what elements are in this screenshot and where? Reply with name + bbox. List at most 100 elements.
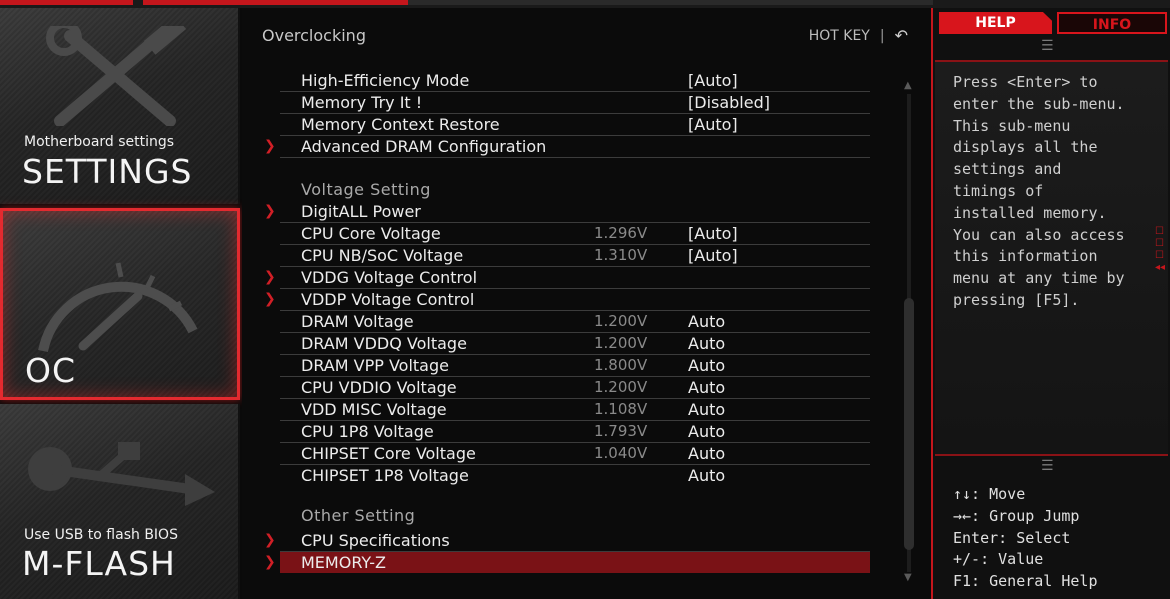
- scrollbar[interactable]: ▲ ▼: [902, 72, 916, 592]
- nav-settings[interactable]: Motherboard settings SETTINGS: [0, 8, 240, 204]
- tab-help[interactable]: HELP: [939, 12, 1052, 34]
- key-hint-group-jump: →←: Group Jump: [953, 506, 1080, 525]
- hotkey-bar[interactable]: HOT KEY | ↶: [809, 26, 908, 45]
- top-strip-accent: [0, 0, 133, 5]
- setting-cpu-core-voltage[interactable]: CPU Core Voltage 1.296V [Auto]: [280, 223, 870, 245]
- setting-label: DRAM VPP Voltage: [301, 356, 449, 375]
- help-panel: HELP INFO ☰ Press <Enter> to enter the s…: [931, 8, 1170, 599]
- key-hint-value: +/-: Value: [953, 550, 1044, 569]
- setting-option[interactable]: Auto: [688, 443, 725, 464]
- setting-option[interactable]: [Auto]: [688, 245, 738, 266]
- setting-label: Advanced DRAM Configuration: [301, 137, 547, 156]
- setting-label: CHIPSET 1P8 Voltage: [301, 466, 469, 485]
- setting-option[interactable]: Auto: [688, 377, 725, 398]
- setting-option[interactable]: Auto: [688, 355, 725, 376]
- drag-handle-icon[interactable]: ☰: [1041, 38, 1054, 54]
- setting-label: MEMORY-Z: [301, 553, 387, 572]
- setting-current-value: 1.040V: [594, 444, 648, 462]
- nav-mflash-subtitle: Use USB to flash BIOS: [24, 527, 178, 543]
- back-icon[interactable]: ↶: [895, 26, 908, 45]
- top-strip-dark: [408, 0, 933, 5]
- setting-current-value: 1.296V: [594, 224, 648, 242]
- setting-current-value: 1.108V: [594, 400, 648, 418]
- nav-oc[interactable]: OC: [0, 208, 240, 400]
- side-marker-icon: ☐ ☐ ☐ ◂◂: [1155, 226, 1166, 273]
- setting-option[interactable]: [Auto]: [688, 70, 738, 91]
- setting-label: CPU 1P8 Voltage: [301, 422, 434, 441]
- scroll-down-icon[interactable]: ▼: [904, 572, 912, 583]
- submenu-memory-z[interactable]: ❯ MEMORY-Z: [264, 552, 870, 573]
- key-legend: ↑↓: Move →←: Group Jump Enter: Select +/…: [953, 484, 1098, 593]
- setting-option[interactable]: [Auto]: [688, 114, 738, 135]
- scrollbar-thumb[interactable]: [904, 298, 914, 550]
- key-hint-select: Enter: Select: [953, 528, 1071, 547]
- setting-option[interactable]: [Disabled]: [688, 92, 770, 113]
- setting-option[interactable]: Auto: [688, 311, 725, 332]
- setting-current-value: 1.793V: [594, 422, 648, 440]
- help-text: Press <Enter> to enter the sub-menu. Thi…: [953, 73, 1125, 309]
- key-hint-general-help: F1: General Help: [953, 572, 1098, 591]
- submenu-digitall-power[interactable]: ❯ DigitALL Power: [264, 201, 870, 223]
- nav-mflash[interactable]: Use USB to flash BIOS M-FLASH: [0, 404, 240, 599]
- setting-cpu-nb-soc-voltage[interactable]: CPU NB/SoC Voltage 1.310V [Auto]: [280, 245, 870, 267]
- setting-high-efficiency-mode[interactable]: High-Efficiency Mode [Auto]: [280, 70, 870, 92]
- section-voltage-setting: Voltage Setting: [301, 180, 431, 199]
- setting-label: CHIPSET Core Voltage: [301, 444, 476, 463]
- setting-memory-try-it[interactable]: Memory Try It ! [Disabled]: [280, 92, 870, 114]
- hotkey-label[interactable]: HOT KEY: [809, 28, 870, 44]
- submenu-cpu-specifications[interactable]: ❯ CPU Specifications: [264, 530, 870, 552]
- top-strip-accent: [143, 0, 408, 5]
- setting-label: Memory Try It !: [301, 93, 423, 112]
- help-tabs: HELP INFO: [939, 12, 1167, 36]
- setting-label: CPU VDDIO Voltage: [301, 378, 457, 397]
- gauge-icon: [38, 262, 198, 353]
- setting-option[interactable]: Auto: [688, 421, 725, 442]
- setting-label: VDDG Voltage Control: [301, 268, 478, 287]
- submenu-arrow-icon: ❯: [264, 554, 276, 570]
- submenu-arrow-icon: ❯: [264, 291, 276, 307]
- setting-current-value: 1.200V: [594, 334, 648, 352]
- submenu-vddp-voltage-control[interactable]: ❯ VDDP Voltage Control: [264, 289, 870, 311]
- top-strip: [0, 0, 1170, 8]
- setting-chipset-core-voltage[interactable]: CHIPSET Core Voltage 1.040V Auto: [280, 443, 870, 465]
- setting-cpu-1p8-voltage[interactable]: CPU 1P8 Voltage 1.793V Auto: [280, 421, 870, 443]
- setting-label: VDD MISC Voltage: [301, 400, 447, 419]
- help-content: Press <Enter> to enter the sub-menu. Thi…: [935, 60, 1168, 456]
- setting-label: DRAM Voltage: [301, 312, 414, 331]
- setting-current-value: 1.310V: [594, 246, 648, 264]
- setting-option[interactable]: Auto: [688, 333, 725, 354]
- nav-mflash-title: M-FLASH: [22, 544, 176, 583]
- hotkey-separator: |: [879, 27, 885, 44]
- setting-chipset-1p8-voltage[interactable]: CHIPSET 1P8 Voltage Auto: [280, 465, 870, 486]
- setting-label: VDDP Voltage Control: [301, 290, 475, 309]
- setting-label: CPU Specifications: [301, 531, 450, 550]
- setting-current-value: 1.800V: [594, 356, 648, 374]
- submenu-vddg-voltage-control[interactable]: ❯ VDDG Voltage Control: [264, 267, 870, 289]
- tab-info[interactable]: INFO: [1057, 12, 1167, 34]
- scroll-up-icon[interactable]: ▲: [904, 80, 912, 91]
- setting-cpu-vddio-voltage[interactable]: CPU VDDIO Voltage 1.200V Auto: [280, 377, 870, 399]
- setting-vdd-misc-voltage[interactable]: VDD MISC Voltage 1.108V Auto: [280, 399, 870, 421]
- setting-label: High-Efficiency Mode: [301, 71, 470, 90]
- setting-dram-vddq-voltage[interactable]: DRAM VDDQ Voltage 1.200V Auto: [280, 333, 870, 355]
- left-navigation: Motherboard settings SETTINGS OC Use USB…: [0, 8, 240, 599]
- section-other-setting: Other Setting: [301, 506, 416, 525]
- submenu-arrow-icon: ❯: [264, 532, 276, 548]
- setting-option[interactable]: Auto: [688, 465, 725, 486]
- setting-label: CPU Core Voltage: [301, 224, 441, 243]
- setting-option[interactable]: [Auto]: [688, 223, 738, 244]
- setting-memory-context-restore[interactable]: Memory Context Restore [Auto]: [280, 114, 870, 136]
- setting-dram-voltage[interactable]: DRAM Voltage 1.200V Auto: [280, 311, 870, 333]
- setting-current-value: 1.200V: [594, 312, 648, 330]
- tools-icon: [46, 26, 187, 126]
- drag-handle-icon[interactable]: ☰: [1041, 458, 1054, 474]
- nav-oc-title: OC: [25, 351, 77, 390]
- setting-dram-vpp-voltage[interactable]: DRAM VPP Voltage 1.800V Auto: [280, 355, 870, 377]
- submenu-arrow-icon: ❯: [264, 203, 276, 219]
- submenu-advanced-dram-configuration[interactable]: ❯ Advanced DRAM Configuration: [264, 136, 870, 158]
- overclocking-panel: Overclocking HOT KEY | ↶ High-Efficiency…: [242, 8, 930, 599]
- nav-settings-subtitle: Motherboard settings: [24, 134, 175, 150]
- setting-option[interactable]: Auto: [688, 399, 725, 420]
- key-hint-move: ↑↓: Move: [953, 485, 1026, 503]
- nav-settings-title: SETTINGS: [22, 152, 193, 191]
